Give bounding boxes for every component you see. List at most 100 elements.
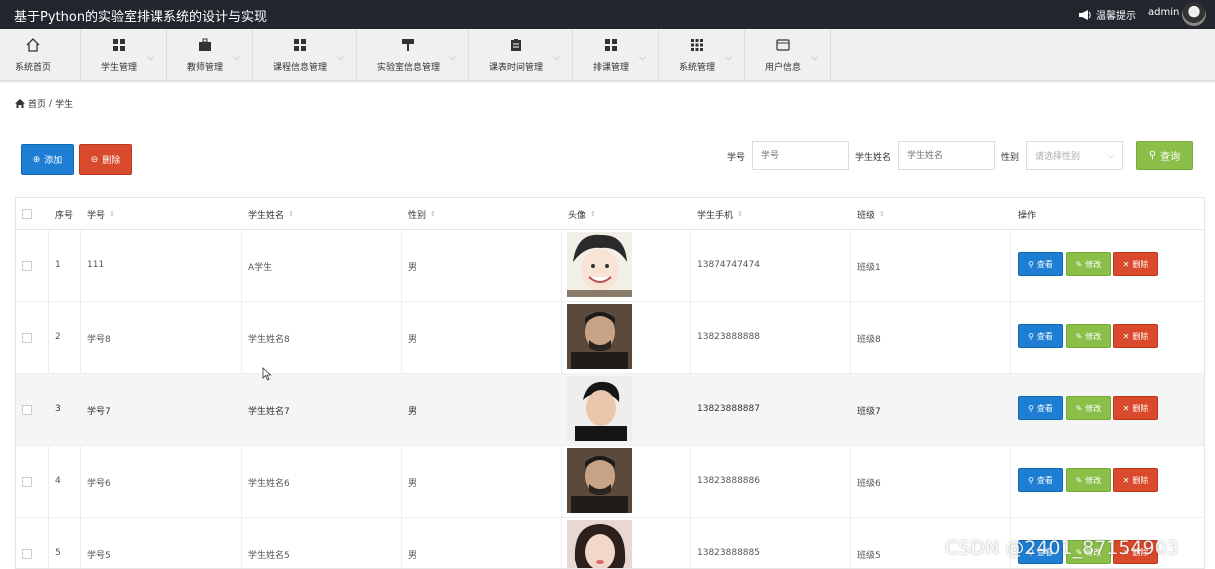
delete-row-button[interactable]: ✕ 删除 — [1113, 396, 1158, 420]
table-header: 序号 学号 ⇕ 学生姓名 ⇕ 性别 ⇕ 头像 ⇕ 学生手机 ⇕ 班级 ⇕ 操作 — [16, 198, 1204, 230]
close-icon: ✕ — [1122, 331, 1130, 341]
nav-item-label: 课表时间管理 — [489, 63, 544, 73]
mouse-cursor-icon — [262, 367, 272, 381]
sort-icon: ⇕ — [288, 210, 294, 218]
minus-circle-icon: ⊖ — [90, 154, 99, 165]
cell-gender: 男 — [408, 407, 418, 417]
header-avatar[interactable]: 头像 ⇕ — [568, 208, 596, 222]
cell-gender: 男 — [408, 335, 418, 345]
nav-teacher-mgmt[interactable]: 教师管理 ⌵ — [167, 29, 253, 81]
nav-item-label: 系统管理 — [679, 63, 716, 73]
view-button-label: 查看 — [1036, 403, 1053, 413]
edit-button-label: 修改 — [1085, 259, 1102, 269]
student-name-input[interactable] — [898, 141, 995, 170]
nav-item-label: 用户信息 — [765, 63, 802, 73]
header-class[interactable]: 班级 ⇕ — [857, 208, 885, 222]
view-button[interactable]: ⚲ 查看 — [1018, 396, 1063, 420]
breadcrumb-home[interactable]: 首页 — [28, 97, 46, 110]
view-button[interactable]: ⚲ 查看 — [1018, 324, 1063, 348]
close-icon: ✕ — [1122, 475, 1130, 485]
header-student-no[interactable]: 学号 ⇕ — [87, 208, 115, 222]
nav-lab-mgmt[interactable]: 实验室信息管理 ⌵ — [357, 29, 469, 81]
cell-index: 4 — [55, 476, 61, 486]
view-button-label: 查看 — [1036, 475, 1053, 485]
main-nav: 系统首页 学生管理 ⌵ 教师管理 ⌵ 课程信息管理 ⌵ 实验室信息管理 ⌵ 课表… — [0, 29, 1215, 81]
nav-system-mgmt[interactable]: 系统管理 ⌵ — [659, 29, 745, 81]
edit-icon: ✎ — [1075, 403, 1083, 413]
query-button[interactable]: ⚲ 查询 — [1136, 141, 1193, 170]
header-phone[interactable]: 学生手机 ⇕ — [697, 208, 743, 222]
table-row: 4 学号6 学生姓名6 男 13823888886 班级6 ⚲ 查看 ✎ 修改 ✕ 删… — [16, 446, 1204, 518]
student-photo-man-dark — [567, 304, 632, 369]
student-no-input[interactable] — [752, 141, 849, 170]
chevron-down-icon: ⌵ — [449, 53, 456, 63]
query-button-label: 查询 — [1160, 152, 1181, 163]
delete-button-label: 删除 — [102, 156, 121, 166]
nav-scheduling[interactable]: 排课管理 ⌵ — [573, 29, 659, 81]
sort-icon: ⇕ — [879, 210, 885, 218]
paint-roller-icon — [402, 39, 414, 51]
nav-user-info[interactable]: 用户信息 ⌵ — [745, 29, 831, 81]
search-icon: ⚲ — [1028, 475, 1034, 485]
edit-button[interactable]: ✎ 修改 — [1066, 468, 1111, 492]
sort-icon: ⇕ — [737, 210, 743, 218]
nav-student-mgmt[interactable]: 学生管理 ⌵ — [81, 29, 167, 81]
view-button-label: 查看 — [1036, 259, 1053, 269]
cell-gender: 男 — [408, 479, 418, 489]
nav-item-label: 教师管理 — [187, 63, 224, 73]
row-checkbox[interactable] — [22, 333, 32, 343]
delete-row-button[interactable]: ✕ 删除 — [1113, 468, 1158, 492]
close-icon: ✕ — [1122, 403, 1130, 413]
edit-icon: ✎ — [1075, 331, 1083, 341]
chevron-down-icon: ⌵ — [725, 53, 732, 63]
nav-item-label: 课程信息管理 — [273, 63, 328, 73]
username[interactable]: admin — [1148, 7, 1179, 18]
row-checkbox[interactable] — [22, 477, 32, 487]
delete-button[interactable]: ⊖ 删除 — [79, 144, 132, 175]
select-all-checkbox[interactable] — [22, 209, 32, 219]
edit-button[interactable]: ✎ 修改 — [1066, 396, 1111, 420]
delete-row-button-label: 删除 — [1132, 475, 1149, 485]
notice-link[interactable]: 温馨提示 — [1078, 7, 1136, 22]
nav-schedule-time[interactable]: 课表时间管理 ⌵ — [469, 29, 573, 81]
cell-name: A学生 — [248, 263, 273, 273]
nav-item-label: 排课管理 — [593, 63, 630, 73]
table-row: 2 学号8 学生姓名8 男 13823888888 班级8 ⚲ 查看 ✎ 修改 ✕ 删… — [16, 302, 1204, 374]
grid-icon — [605, 39, 617, 51]
header-class-label: 班级 — [857, 211, 876, 221]
edit-button-label: 修改 — [1085, 475, 1102, 485]
gender-select[interactable]: 请选择性别 ⌵ — [1026, 141, 1123, 170]
header-avatar-label: 头像 — [568, 211, 587, 221]
cell-class: 班级8 — [857, 335, 881, 345]
header-gender-label: 性别 — [408, 211, 427, 221]
briefcase-icon — [199, 38, 211, 51]
cell-class: 班级7 — [857, 407, 881, 417]
nav-home[interactable]: 系统首页 — [0, 29, 81, 81]
delete-row-button[interactable]: ✕ 删除 — [1113, 324, 1158, 348]
view-button[interactable]: ⚲ 查看 — [1018, 468, 1063, 492]
cell-class: 班级6 — [857, 479, 881, 489]
chevron-down-icon: ⌵ — [337, 53, 344, 63]
header-index-label: 序号 — [55, 211, 74, 221]
row-checkbox[interactable] — [22, 405, 32, 415]
row-checkbox[interactable] — [22, 549, 32, 559]
header-gender[interactable]: 性别 ⇕ — [408, 208, 436, 222]
row-checkbox[interactable] — [22, 261, 32, 271]
top-bar: 基于Python的实验室排课系统的设计与实现 温馨提示 admin — [0, 0, 1215, 29]
student-photo-girl — [567, 520, 632, 568]
edit-button[interactable]: ✎ 修改 — [1066, 324, 1111, 348]
chevron-down-icon: ⌵ — [811, 53, 818, 63]
header-name[interactable]: 学生姓名 ⇕ — [248, 208, 294, 222]
edit-button[interactable]: ✎ 修改 — [1066, 252, 1111, 276]
delete-row-button[interactable]: ✕ 删除 — [1113, 252, 1158, 276]
add-button[interactable]: ⊕ 添加 — [21, 144, 74, 175]
plus-circle-icon: ⊕ — [32, 154, 41, 165]
nav-course-mgmt[interactable]: 课程信息管理 ⌵ — [253, 29, 357, 81]
header-name-label: 学生姓名 — [248, 211, 285, 221]
user-avatar[interactable] — [1182, 2, 1206, 26]
app-title: 基于Python的实验室排课系统的设计与实现 — [14, 10, 268, 25]
header-actions: 操作 — [1018, 208, 1036, 221]
gender-label: 性别 — [1001, 153, 1020, 163]
view-button[interactable]: ⚲ 查看 — [1018, 252, 1063, 276]
cell-phone: 13874747474 — [697, 260, 760, 270]
